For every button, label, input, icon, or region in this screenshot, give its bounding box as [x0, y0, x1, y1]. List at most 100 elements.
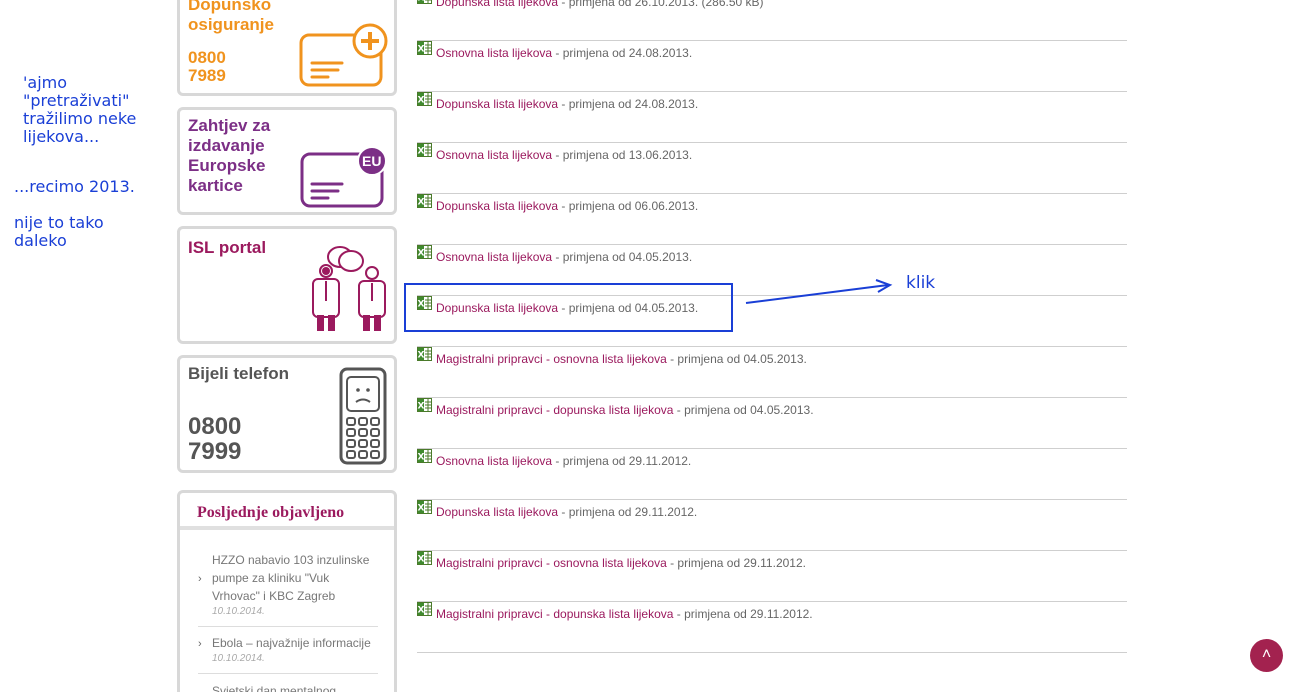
excel-file-icon: X [417, 41, 432, 55]
news-item-title[interactable]: Svjetski dan mentalnog [212, 682, 378, 692]
excel-file-icon: X [417, 551, 432, 565]
document-date: - primjena od 04.05.2013. [673, 403, 814, 417]
mobile-phone-icon [339, 367, 387, 465]
excel-file-icon: X [417, 602, 432, 616]
excel-file-icon: X [417, 194, 432, 208]
news-item-date: 10.10.2014. [212, 653, 265, 664]
card-plus-icon [299, 23, 388, 87]
document-date: - primjena od 24.08.2013. [558, 97, 699, 111]
document-date: - primjena od 04.05.2013. [552, 250, 693, 264]
annotation-note-search: 'ajmo "pretraživati" tražilimo neke lije… [23, 73, 137, 146]
document-date: - primjena od 29.11.2012. [666, 556, 806, 570]
svg-text:X: X [418, 606, 425, 616]
excel-file-icon: X [417, 347, 432, 361]
excel-file-icon: X [417, 245, 432, 259]
document-link[interactable]: Osnovna lista lijekova [436, 148, 552, 162]
document-row: X Dopunska lista lijekova - primjena od … [417, 92, 1127, 143]
excel-file-icon: X [417, 0, 432, 4]
document-date: - primjena od 29.11.2012. [558, 505, 698, 519]
document-text: Osnovna lista lijekova - primjena od 29.… [436, 454, 691, 468]
document-link[interactable]: Dopunska lista lijekova [436, 505, 558, 519]
eu-card-title: Zahtjev za izdavanje Europske kartice [188, 116, 271, 195]
svg-text:X: X [418, 147, 425, 157]
european-card-request-box[interactable]: Zahtjev za izdavanje Europske kartice EU [177, 107, 397, 215]
svg-text:X: X [418, 249, 425, 259]
isl-portal-title: ISL portal [188, 238, 267, 257]
document-text: Magistralni pripravci - dopunska lista l… [436, 607, 813, 621]
chevron-right-icon: › [198, 638, 202, 650]
document-row: X Osnovna lista lijekova - primjena od 2… [417, 449, 1127, 500]
document-link[interactable]: Osnovna lista lijekova [436, 454, 552, 468]
dopunsko-osiguranje-box[interactable]: Dopunsko osiguranje 0800 7989 [177, 0, 397, 96]
svg-text:X: X [418, 453, 425, 463]
document-date: - primjena od 06.06.2013. [558, 199, 699, 213]
excel-file-icon: X [417, 398, 432, 412]
annotation-highlight-box [404, 283, 733, 332]
document-date: - primjena od 13.06.2013. [552, 148, 693, 162]
annotation-note-far: nije to tako daleko [14, 213, 104, 250]
news-item-date: 10.10.2014. [212, 606, 265, 617]
document-row: X Magistralni pripravci - osnovna lista … [417, 347, 1127, 398]
svg-text:X: X [418, 555, 425, 565]
news-item-title[interactable]: Ebola – najvažnije informacije [212, 634, 378, 652]
svg-text:X: X [418, 351, 425, 361]
document-date: - primjena od 04.05.2013. [666, 352, 807, 366]
bijeli-telefon-title: Bijeli telefon [188, 364, 290, 383]
chevron-up-icon: ˄ [1261, 646, 1272, 663]
latest-news-divider [180, 526, 394, 530]
document-row: X Dopunska lista lijekova - primjena od … [417, 500, 1127, 551]
document-link[interactable]: Osnovna lista lijekova [436, 46, 552, 60]
document-text: Magistralni pripravci - osnovna lista li… [436, 556, 806, 570]
news-item[interactable]: › HZZO nabavio 103 inzulinske pumpe za k… [198, 551, 378, 627]
excel-file-icon: X [417, 500, 432, 514]
document-text: Magistralni pripravci - osnovna lista li… [436, 352, 807, 366]
document-link[interactable]: Dopunska lista lijekova [436, 0, 558, 9]
document-link[interactable]: Osnovna lista lijekova [436, 250, 552, 264]
latest-news-box: Posljednje objavljeno › HZZO nabavio 103… [177, 490, 397, 692]
document-row: X Dopunska lista lijekova - primjena od … [417, 0, 1127, 41]
annotation-note-year: ...recimo 2013. [14, 177, 135, 196]
document-text: Dopunska lista lijekova - primjena od 06… [436, 199, 698, 213]
dopunsko-phone: 0800 7989 [188, 48, 226, 85]
document-text: Magistralni pripravci - dopunska lista l… [436, 403, 814, 417]
news-item[interactable]: Svjetski dan mentalnog [198, 682, 378, 692]
document-date: - primjena od 24.08.2013. [552, 46, 693, 60]
annotation-arrow-icon [745, 279, 893, 304]
document-row: X Osnovna lista lijekova - primjena od 1… [417, 143, 1127, 194]
svg-text:X: X [418, 96, 425, 106]
document-row: X Osnovna lista lijekova - primjena od 2… [417, 41, 1127, 92]
document-link[interactable]: Magistralni pripravci - osnovna lista li… [436, 352, 667, 366]
scroll-to-top-button[interactable]: ˄ [1250, 639, 1283, 672]
svg-text:X: X [418, 0, 425, 4]
document-link[interactable]: Dopunska lista lijekova [436, 199, 558, 213]
document-text: Dopunska lista lijekova - primjena od 29… [436, 505, 697, 519]
svg-text:X: X [418, 198, 425, 208]
chevron-right-icon: › [198, 573, 202, 585]
document-date: - primjena od 29.11.2012. [673, 607, 813, 621]
document-date: - primjena od 29.11.2012. [552, 454, 692, 468]
document-link[interactable]: Magistralni pripravci - dopunska lista l… [436, 403, 673, 417]
document-text: Osnovna lista lijekova - primjena od 04.… [436, 250, 692, 264]
news-item[interactable]: › Ebola – najvažnije informacije 10.10.2… [198, 634, 378, 674]
isl-portal-box[interactable]: ISL portal [177, 226, 397, 344]
bijeli-telefon-phone: 0800 7999 [188, 413, 242, 465]
excel-file-icon: X [417, 92, 432, 106]
document-date: - primjena od 26.10.2013. (286.50 kB) [558, 0, 764, 9]
document-row: X Dopunska lista lijekova - primjena od … [417, 194, 1127, 245]
latest-news-title: Posljednje objavljeno [197, 504, 345, 521]
document-link[interactable]: Magistralni pripravci - dopunska lista l… [436, 607, 673, 621]
document-text: Dopunska lista lijekova - primjena od 24… [436, 97, 698, 111]
excel-file-icon: X [417, 143, 432, 157]
eu-badge-text: EU [362, 153, 382, 169]
svg-text:X: X [418, 504, 425, 514]
bijeli-telefon-box[interactable]: Bijeli telefon 0800 7999 [177, 355, 397, 473]
dopunsko-title: Dopunsko osiguranje [188, 0, 274, 34]
document-text: Osnovna lista lijekova - primjena od 13.… [436, 148, 692, 162]
document-row: X Magistralni pripravci - dopunska lista… [417, 602, 1127, 653]
svg-text:X: X [418, 45, 425, 55]
document-row: X Magistralni pripravci - osnovna lista … [417, 551, 1127, 602]
document-link[interactable]: Magistralni pripravci - osnovna lista li… [436, 556, 667, 570]
news-item-title[interactable]: HZZO nabavio 103 inzulinske pumpe za kli… [212, 551, 378, 605]
document-link[interactable]: Dopunska lista lijekova [436, 97, 558, 111]
document-text: Dopunska lista lijekova - primjena od 26… [436, 0, 764, 9]
